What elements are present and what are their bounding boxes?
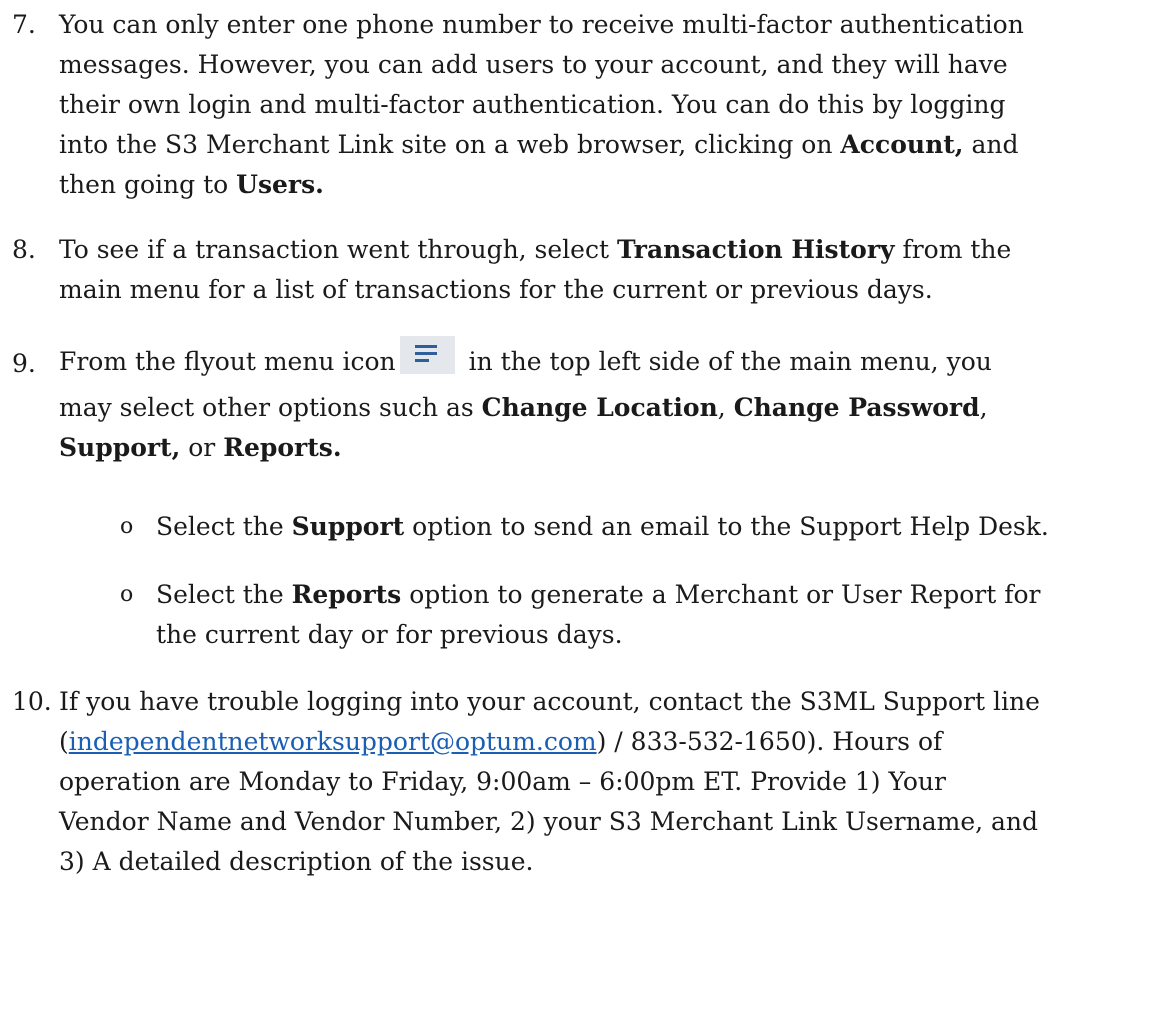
list-item-text: From the flyout menu icon in the top lef… [59, 336, 1149, 468]
text-line: (independentnetworksupport@optum.com) / … [59, 722, 1149, 762]
text-run: may select other options such as [59, 393, 482, 422]
list-number: 8. [12, 235, 36, 264]
text-line: Select the Support option to send an ema… [156, 507, 1156, 547]
change-password-term: Change Password [733, 393, 980, 422]
users-term: Users. [236, 170, 324, 199]
list-item-7: 7. You can only enter one phone number t… [12, 5, 1147, 205]
text-line: To see if a transaction went through, se… [59, 230, 1149, 270]
support-term: Support, [59, 433, 181, 462]
list-item-text: To see if a transaction went through, se… [59, 230, 1149, 310]
list-item-text: If you have trouble logging into your ac… [59, 682, 1149, 882]
text-run: then going to [59, 170, 237, 199]
list-number: 10. [12, 687, 52, 716]
text-line: then going to Users. [59, 165, 1149, 205]
text-run: Select the [156, 512, 292, 541]
sub-bullet-reports: o Select the Reports option to generate … [120, 575, 1155, 655]
text-run: or [180, 433, 224, 462]
bullet-marker: o [120, 514, 134, 539]
text-run: option to generate a Merchant or User Re… [401, 580, 1041, 609]
text-run: ) / 833-532-1650). Hours of [596, 727, 943, 756]
text-run: , [979, 393, 988, 422]
transaction-history-term: Transaction History [616, 235, 895, 264]
text-line: operation are Monday to Friday, 9:00am –… [59, 767, 946, 796]
text-run: ( [59, 727, 69, 756]
text-run: From the flyout menu icon [59, 347, 396, 376]
change-location-term: Change Location [481, 393, 718, 422]
text-run: from the [894, 235, 1012, 264]
list-item-8: 8. To see if a transaction went through,… [12, 230, 1147, 310]
text-line: From the flyout menu icon in the top lef… [59, 336, 1149, 388]
text-line: messages. However, you can add users to … [59, 50, 1008, 79]
text-run: and [963, 130, 1019, 159]
reports-term: Reports. [223, 433, 342, 462]
support-email-link[interactable]: independentnetworksupport@optum.com [69, 727, 597, 756]
bullet-text: Select the Support option to send an ema… [156, 507, 1156, 547]
list-number: 7. [12, 10, 36, 39]
text-line: main menu for a list of transactions for… [59, 275, 933, 304]
list-number: 9. [12, 349, 36, 378]
text-run: , [717, 393, 734, 422]
text-run: Select the [156, 580, 292, 609]
text-run: To see if a transaction went through, se… [59, 235, 617, 264]
text-line: Select the Reports option to generate a … [156, 575, 1156, 615]
text-run: in the top left side of the main menu, y… [460, 347, 992, 376]
text-run: into the S3 Merchant Link site on a web … [59, 130, 841, 159]
text-line: If you have trouble logging into your ac… [59, 687, 1040, 716]
text-line: Vendor Name and Vendor Number, 2) your S… [59, 807, 1039, 836]
text-line: 3) A detailed description of the issue. [59, 847, 534, 876]
account-term: Account, [840, 130, 964, 159]
text-line: Support, or Reports. [59, 428, 1149, 468]
text-run: option to send an email to the Support H… [404, 512, 1049, 541]
text-line: their own login and multi-factor authent… [59, 90, 1006, 119]
reports-term: Reports [291, 580, 402, 609]
list-item-9: 9. From the flyout menu icon in the top … [12, 336, 1147, 466]
list-item-text: You can only enter one phone number to r… [59, 5, 1149, 205]
text-line: may select other options such as Change … [59, 388, 1149, 428]
sub-bullet-support: o Select the Support option to send an e… [120, 507, 1155, 547]
support-term: Support [291, 512, 405, 541]
list-item-10: 10. If you have trouble logging into you… [12, 682, 1147, 882]
flyout-menu-icon [399, 336, 455, 374]
text-line: You can only enter one phone number to r… [59, 10, 1024, 39]
bullet-text: Select the Reports option to generate a … [156, 575, 1156, 655]
text-line: the current day or for previous days. [156, 620, 623, 649]
bullet-marker: o [120, 582, 134, 607]
text-line: into the S3 Merchant Link site on a web … [59, 125, 1149, 165]
